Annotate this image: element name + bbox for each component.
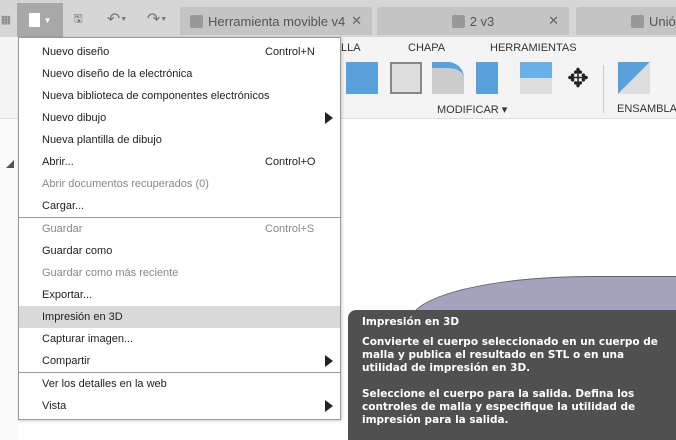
tooltip-instructions: Seleccione el cuerpo para la salida. Def… [362, 388, 636, 426]
menu-item-label: Exportar... [42, 289, 93, 301]
tab-label: Herramienta movible v4 [208, 13, 346, 29]
menu-item[interactable]: Impresión en 3D [19, 306, 340, 328]
menu-item-label: Compartir [42, 355, 91, 367]
split-face-icon[interactable] [520, 62, 552, 94]
menu-item-label: Guardar como más reciente [42, 267, 179, 279]
file-icon [28, 13, 40, 27]
menu-item[interactable]: Nuevo diseño Control+N [19, 41, 340, 63]
corner-icon [6, 160, 14, 168]
menu-item[interactable]: Guardar Control+S [19, 218, 340, 240]
ribbon-tab[interactable]: HERRAMIENTAS [490, 42, 577, 54]
submenu-arrow-icon [325, 112, 333, 124]
menu-item-shortcut: Control+S [265, 223, 315, 235]
tab-document[interactable]: Unió [576, 7, 676, 35]
undo-icon[interactable]: ↶ ▼ [100, 5, 134, 33]
tab-label: 2 v3 [469, 13, 495, 29]
tooltip: Impresión en 3D Convierte el cuerpo sele… [348, 310, 676, 440]
menu-item-shortcut: Control+N [265, 46, 315, 58]
tab-label: Unió [649, 13, 676, 29]
menu-item-label: Guardar como [42, 245, 113, 257]
shell-icon[interactable] [390, 62, 422, 94]
save-icon[interactable]: 🖫 [68, 5, 88, 33]
press-pull-icon[interactable] [476, 62, 498, 94]
file-menu-button[interactable]: ▼ [17, 3, 63, 37]
menu-item[interactable]: Nueva biblioteca de componentes electrón… [19, 85, 340, 107]
menu-item[interactable]: Guardar como [19, 240, 340, 262]
menu-item-label: Nueva biblioteca de componentes electrón… [42, 90, 270, 102]
menu-item-label: Nuevo dibujo [42, 112, 107, 124]
ribbon-tab[interactable]: CHAPA [408, 42, 445, 54]
tooltip-description: Convierte el cuerpo seleccionado en un c… [362, 336, 658, 374]
menu-item[interactable]: Abrir documentos recuperados (0) [19, 173, 340, 195]
tab-document[interactable]: 2 v3 ✕ [377, 7, 569, 35]
menu-item-shortcut: Control+O [265, 156, 316, 168]
new-component-icon[interactable] [618, 62, 650, 94]
tab-document[interactable]: Herramienta movible v4 ✕ [180, 7, 372, 35]
component-icon [451, 14, 465, 28]
close-icon[interactable]: ✕ [351, 13, 362, 29]
menu-item[interactable]: Nuevo diseño de la electrónica [19, 63, 340, 85]
close-icon[interactable]: ✕ [548, 13, 559, 29]
menu-item[interactable]: Abrir... Control+O [19, 151, 340, 173]
menu-item[interactable]: Capturar imagen... [19, 328, 340, 350]
submenu-arrow-icon [325, 400, 333, 412]
menu-item[interactable]: Exportar... [19, 284, 340, 306]
menu-item[interactable]: Nuevo dibujo [19, 107, 340, 129]
menu-item-label: Nuevo diseño de la electrónica [42, 68, 193, 80]
menu-item-label: Abrir documentos recuperados (0) [42, 178, 209, 190]
menu-item-label: Nueva plantilla de dibujo [42, 134, 162, 146]
menu-item-label: Ver los detalles en la web [42, 378, 167, 390]
menu-item-label: Cargar... [42, 200, 85, 212]
menu-divider [19, 372, 340, 373]
file-menu: Nuevo diseño Control+N Nuevo diseño de la … [18, 37, 341, 420]
menu-item[interactable]: Guardar como más reciente [19, 262, 340, 284]
menu-item[interactable]: Cargar... [19, 195, 340, 217]
assemble-group-label[interactable]: ENSAMBLAR [617, 103, 676, 115]
submenu-arrow-icon [325, 355, 333, 367]
modify-group-label[interactable]: MODIFICAR ▾ [437, 103, 507, 116]
menu-item-label: Nuevo diseño [42, 46, 110, 58]
menu-item[interactable]: Ver los detalles en la web [19, 373, 340, 395]
component-icon [631, 14, 644, 28]
redo-icon[interactable]: ↷ ▼ [140, 5, 174, 33]
top-toolbar: ▦ ▼ 🖫 ↶ ▼ ↷ ▼ Herramienta movible v4 ✕ 2 v3… [0, 0, 676, 37]
menu-item[interactable]: Vista [19, 395, 340, 417]
move-icon[interactable]: ✥ [562, 62, 594, 94]
apps-grid-icon[interactable]: ▦ [0, 5, 12, 33]
menu-item-label: Vista [42, 400, 67, 412]
chevron-down-icon: ▼ [43, 15, 52, 25]
menu-item-label: Capturar imagen... [42, 333, 134, 345]
fillet-icon[interactable] [432, 62, 464, 94]
combine-icon[interactable] [346, 62, 378, 94]
ribbon-tab[interactable]: LLA [341, 42, 361, 54]
menu-divider [19, 217, 340, 218]
menu-item-label: Impresión en 3D [42, 311, 123, 323]
tooltip-title: Impresión en 3D [362, 316, 460, 328]
menu-item-label: Abrir... [42, 156, 74, 168]
browser-panel [0, 119, 18, 440]
menu-item-label: Guardar [42, 223, 83, 235]
component-icon [190, 14, 203, 28]
menu-item[interactable]: Compartir [19, 350, 340, 372]
ribbon-separator [603, 65, 604, 113]
menu-item[interactable]: Nueva plantilla de dibujo [19, 129, 340, 151]
